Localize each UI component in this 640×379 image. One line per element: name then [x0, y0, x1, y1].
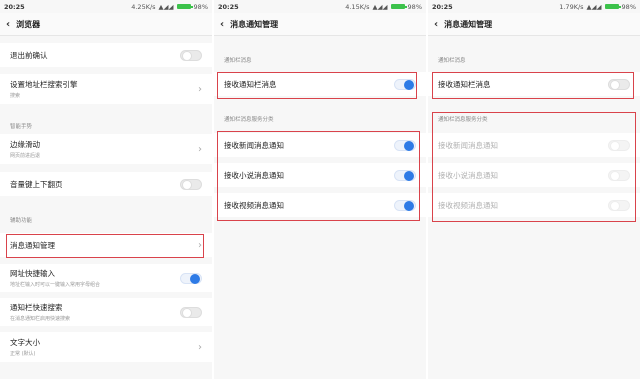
status-bar: 20:25 4.25K/s ▲◢◢ 98% — [0, 0, 212, 13]
receive-notif-row[interactable]: 接收通知栏消息 — [428, 72, 640, 96]
page-title: 浏览器 — [16, 19, 41, 29]
exit-confirm-label: 退出前确认 — [10, 50, 48, 60]
video-notif-row[interactable]: 接收视频消息通知 — [214, 193, 426, 217]
quick-input-sub: 地址栏输入时可以一键输入常用字母组合 — [10, 282, 101, 288]
address-search-engine-row[interactable]: 设置地址栏搜索引擎 搜索 › — [0, 74, 212, 104]
edge-slide-label: 边缘滑动 — [10, 140, 40, 149]
aux-section-header: 辅助功能 — [10, 218, 33, 224]
browser-settings-screen: 20:25 4.25K/s ▲◢◢ 98% ‹ 浏览器 退出前确认 设置地址栏搜… — [0, 0, 212, 379]
font-size-sub: 正常 (默认) — [10, 351, 36, 357]
gesture-section-header: 智能手势 — [10, 124, 33, 130]
edge-slide-row[interactable]: 边缘滑动 网页前进后退 › — [0, 134, 212, 164]
novel-notif-label: 接收小说消息通知 — [224, 170, 284, 180]
news-notif-row[interactable]: 接收新闻消息通知 — [214, 133, 426, 157]
notif-quick-search-label: 通知栏快速搜索 — [10, 303, 63, 312]
volume-page-row[interactable]: 音量键上下翻页 — [0, 172, 212, 196]
back-arrow-icon[interactable]: ‹ — [434, 19, 438, 30]
exit-confirm-toggle[interactable] — [180, 49, 202, 61]
signal-icon: ▲◢◢ — [158, 2, 174, 11]
notif-section-header: 通知栏消息 — [438, 58, 466, 64]
chevron-right-icon: › — [198, 341, 202, 353]
notification-management-label: 消息通知管理 — [10, 240, 55, 250]
status-bar: 20:25 4.15K/s ▲◢◢ 98% — [214, 0, 426, 13]
signal-icon: ▲◢◢ — [372, 2, 388, 11]
video-notif-row: 接收视频消息通知 — [428, 193, 640, 217]
notif-quick-search-sub: 在消息通知栏启用快速搜索 — [10, 316, 71, 322]
novel-notif-row[interactable]: 接收小说消息通知 — [214, 163, 426, 187]
volume-page-label: 音量键上下翻页 — [10, 179, 63, 189]
title-bar: ‹ 消息通知管理 — [214, 13, 426, 36]
video-notif-toggle — [608, 199, 630, 211]
address-search-sub: 搜索 — [10, 93, 21, 99]
chevron-right-icon: › — [198, 83, 202, 95]
battery-icon — [390, 4, 407, 9]
edge-slide-sub: 网页前进后退 — [10, 153, 41, 159]
page-title: 消息通知管理 — [444, 19, 493, 29]
back-arrow-icon[interactable]: ‹ — [220, 19, 224, 30]
notif-quick-search-row[interactable]: 通知栏快速搜索 在消息通知栏启用快速搜索 — [0, 298, 212, 326]
news-notif-row: 接收新闻消息通知 — [428, 133, 640, 157]
notif-quick-search-toggle[interactable] — [180, 306, 202, 318]
news-notif-toggle[interactable] — [394, 139, 416, 151]
quick-input-toggle[interactable] — [180, 272, 202, 284]
chevron-right-icon: › — [198, 239, 202, 251]
battery-icon — [176, 4, 193, 9]
signal-icon: ▲◢◢ — [586, 2, 602, 11]
battery-percent: 98% — [193, 2, 208, 11]
novel-notif-toggle — [608, 169, 630, 181]
address-search-label: 设置地址栏搜索引擎 — [10, 80, 78, 89]
volume-page-toggle[interactable] — [180, 178, 202, 190]
video-notif-label: 接收视频消息通知 — [438, 200, 498, 210]
font-size-row[interactable]: 文字大小 正常 (默认) › — [0, 332, 212, 362]
quick-input-row[interactable]: 网址快捷输入 地址栏输入时可以一键输入常用字母组合 — [0, 264, 212, 292]
exit-confirm-row[interactable]: 退出前确认 — [0, 43, 212, 67]
battery-percent: 98% — [621, 2, 636, 11]
receive-notif-toggle[interactable] — [608, 78, 630, 90]
novel-notif-label: 接收小说消息通知 — [438, 170, 498, 180]
category-section-header: 通知栏消息服务分类 — [438, 117, 488, 123]
font-size-label: 文字大小 — [10, 338, 40, 347]
receive-notif-row[interactable]: 接收通知栏消息 — [214, 72, 426, 96]
status-time: 20:25 — [4, 2, 25, 11]
notification-settings-enabled-screen: 20:25 4.15K/s ▲◢◢ 98% ‹ 消息通知管理 通知栏消息 接收通… — [214, 0, 426, 379]
chevron-right-icon: › — [198, 143, 202, 155]
status-bar: 20:25 1.79K/s ▲◢◢ 98% — [428, 0, 640, 13]
news-notif-toggle — [608, 139, 630, 151]
status-time: 20:25 — [432, 2, 453, 11]
quick-input-label: 网址快捷输入 — [10, 269, 55, 278]
video-notif-label: 接收视频消息通知 — [224, 200, 284, 210]
battery-icon — [604, 4, 621, 9]
notif-section-header: 通知栏消息 — [224, 58, 252, 64]
title-bar: ‹ 浏览器 — [0, 13, 212, 36]
notification-settings-disabled-screen: 20:25 1.79K/s ▲◢◢ 98% ‹ 消息通知管理 通知栏消息 接收通… — [428, 0, 640, 379]
status-network-speed: 4.25K/s — [131, 2, 156, 11]
battery-percent: 98% — [407, 2, 422, 11]
news-notif-label: 接收新闻消息通知 — [438, 140, 498, 150]
receive-notif-label: 接收通知栏消息 — [438, 79, 491, 89]
news-notif-label: 接收新闻消息通知 — [224, 140, 284, 150]
back-arrow-icon[interactable]: ‹ — [6, 19, 10, 30]
category-section-header: 通知栏消息服务分类 — [224, 117, 274, 123]
video-notif-toggle[interactable] — [394, 199, 416, 211]
title-bar: ‹ 消息通知管理 — [428, 13, 640, 36]
receive-notif-label: 接收通知栏消息 — [224, 79, 277, 89]
receive-notif-toggle[interactable] — [394, 78, 416, 90]
three-screen-comparison: 20:25 4.25K/s ▲◢◢ 98% ‹ 浏览器 退出前确认 设置地址栏搜… — [0, 0, 640, 379]
notification-management-row[interactable]: 消息通知管理 › — [0, 233, 212, 257]
status-network-speed: 4.15K/s — [345, 2, 370, 11]
novel-notif-row: 接收小说消息通知 — [428, 163, 640, 187]
status-network-speed: 1.79K/s — [559, 2, 584, 11]
status-time: 20:25 — [218, 2, 239, 11]
page-title: 消息通知管理 — [230, 19, 279, 29]
novel-notif-toggle[interactable] — [394, 169, 416, 181]
